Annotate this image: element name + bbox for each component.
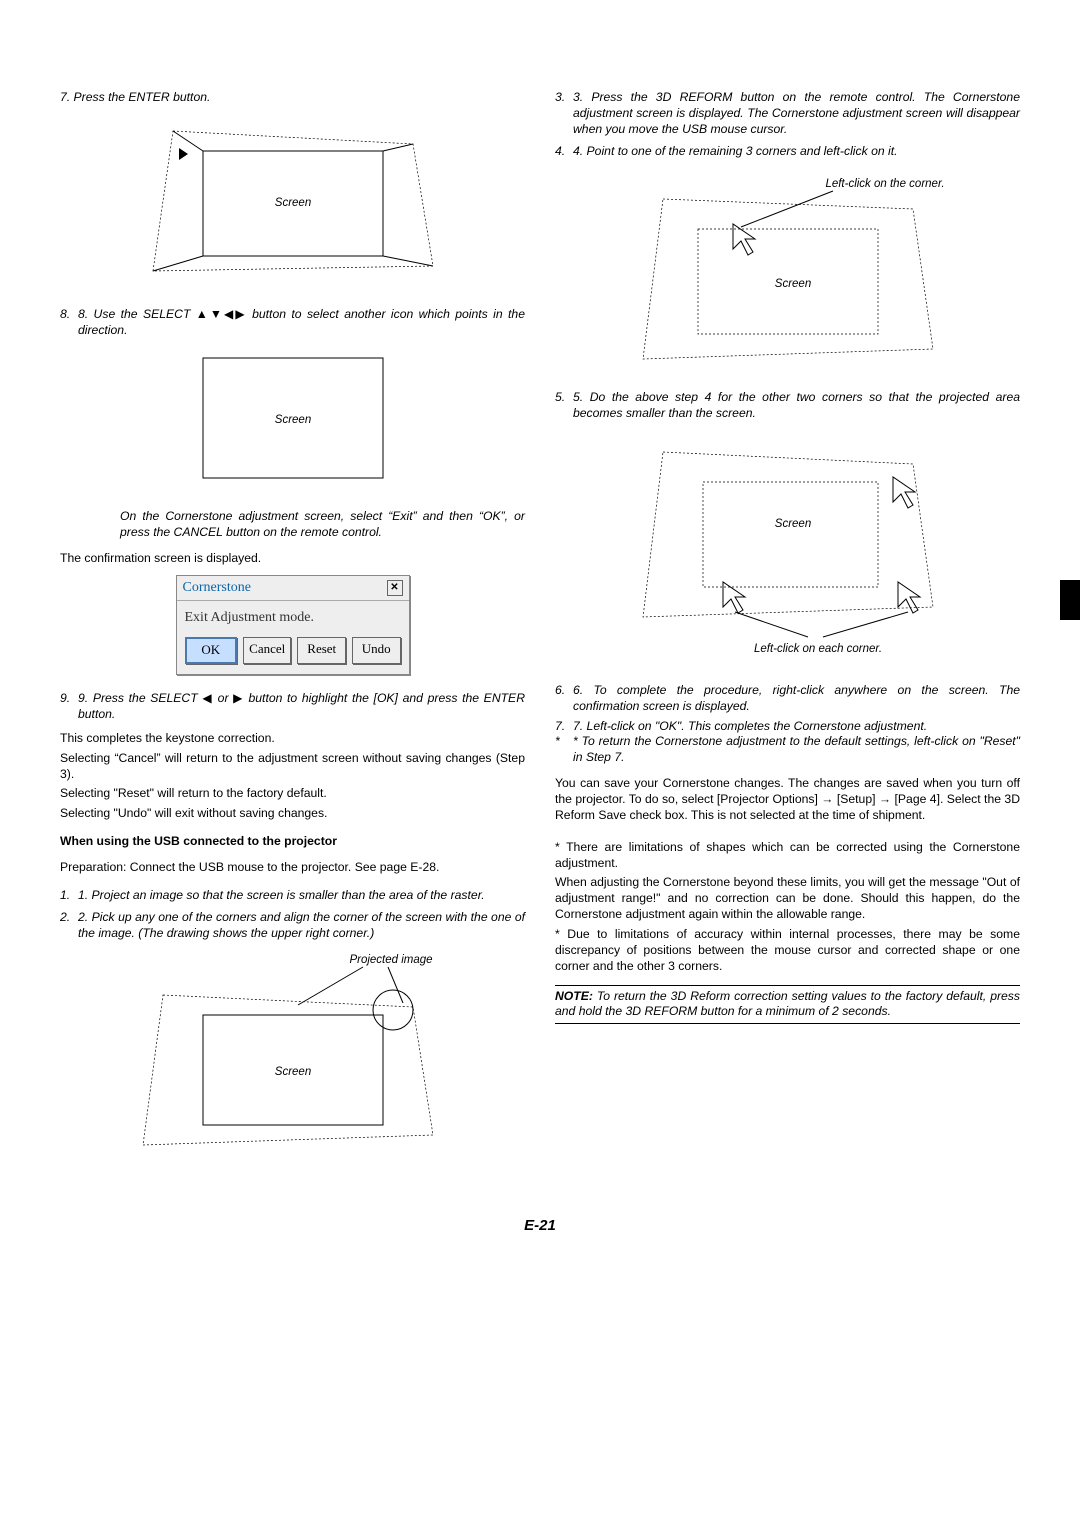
reset-button[interactable]: Reset xyxy=(297,637,346,664)
fig3-screen-label: Screen xyxy=(274,1066,310,1078)
edge-tab xyxy=(1060,580,1080,620)
left-column: 7. Press the ENTER button. Screen 8. 8. … xyxy=(60,90,525,1186)
lim3: * Due to limitations of accuracy within … xyxy=(555,927,1020,975)
usb-prep: Preparation: Connect the USB mouse to th… xyxy=(60,860,525,876)
lim2: When adjusting the Cornerstone beyond th… xyxy=(555,875,1020,923)
r-step-4: 4. 4. Point to one of the remaining 3 co… xyxy=(555,144,1020,160)
fig-click-corner: Left-click on the corner. Screen xyxy=(555,169,1020,374)
usb-step-1: 1. 1. Project an image so that the scree… xyxy=(60,888,525,904)
save-text: You can save your Cornerstone changes. T… xyxy=(555,776,1020,824)
fig2-screen-label: Screen xyxy=(274,414,310,426)
left-arrow-icon: ◀ xyxy=(202,691,213,705)
t4: Selecting "Undo" will exit without savin… xyxy=(60,806,525,822)
r-step-3: 3. 3. Press the 3D REFORM button on the … xyxy=(555,90,1020,138)
fig5-label: Left-click on each corner. xyxy=(753,643,881,655)
r-step-7: 7. 7. Left-click on "OK". This completes… xyxy=(555,719,1020,735)
fig-screen-2: Screen xyxy=(60,348,525,493)
step-9: 9. 9. Press the SELECT ◀ or ▶ button to … xyxy=(60,691,525,723)
right-column: 3. 3. Press the 3D REFORM button on the … xyxy=(555,90,1020,1186)
usb-heading: When using the USB connected to the proj… xyxy=(60,834,525,850)
dialog-title: Cornerstone xyxy=(183,579,251,597)
fig4-screen-label: Screen xyxy=(774,278,810,290)
right-arrow-icon: ▶ xyxy=(233,691,244,705)
r-star: * * To return the Cornerstone adjustment… xyxy=(555,734,1020,766)
fig1-screen-label: Screen xyxy=(274,197,310,209)
dialog-body: Exit Adjustment mode. xyxy=(177,601,409,637)
note-text: To return the 3D Reform correction setti… xyxy=(555,989,1020,1019)
lim1: * There are limitations of shapes which … xyxy=(555,840,1020,872)
note-label: NOTE: xyxy=(555,989,593,1003)
r-step-5: 5. 5. Do the above step 4 for the other … xyxy=(555,390,1020,422)
ok-button[interactable]: OK xyxy=(185,637,237,664)
step-7: 7. Press the ENTER button. xyxy=(60,90,525,106)
t3: Selecting "Reset" will return to the fac… xyxy=(60,786,525,802)
t1: This completes the keystone correction. xyxy=(60,731,525,747)
fig-click-each: Screen Left-click on each corner. xyxy=(555,432,1020,667)
fig2-note: On the Cornerstone adjustment screen, se… xyxy=(120,509,525,541)
r-step-6: 6. 6. To complete the procedure, right-c… xyxy=(555,683,1020,715)
step-8: 8. 8. Use the SELECT ▲▼◀▶ button to sele… xyxy=(60,307,525,339)
note-block: NOTE: To return the 3D Reform correction… xyxy=(555,985,1020,1025)
undo-button[interactable]: Undo xyxy=(352,637,401,664)
confirm-text: The confirmation screen is displayed. xyxy=(60,551,525,567)
direction-arrows-icon: ▲▼◀▶ xyxy=(196,307,247,321)
fig-screen-1: Screen xyxy=(60,116,525,291)
fig4-label: Left-click on the corner. xyxy=(825,178,944,190)
cancel-button[interactable]: Cancel xyxy=(243,637,292,664)
t2: Selecting “Cancel” will return to the ad… xyxy=(60,751,525,783)
fig5-screen-label: Screen xyxy=(774,518,810,530)
fig3-proj-label: Projected image xyxy=(349,954,432,966)
cornerstone-dialog: Cornerstone ✕ Exit Adjustment mode. OK C… xyxy=(176,575,410,675)
usb-step-2: 2. 2. Pick up any one of the corners and… xyxy=(60,910,525,942)
close-icon[interactable]: ✕ xyxy=(387,580,403,596)
page-number: E-21 xyxy=(60,1216,1020,1236)
fig-projected: Projected image Screen xyxy=(60,945,525,1170)
